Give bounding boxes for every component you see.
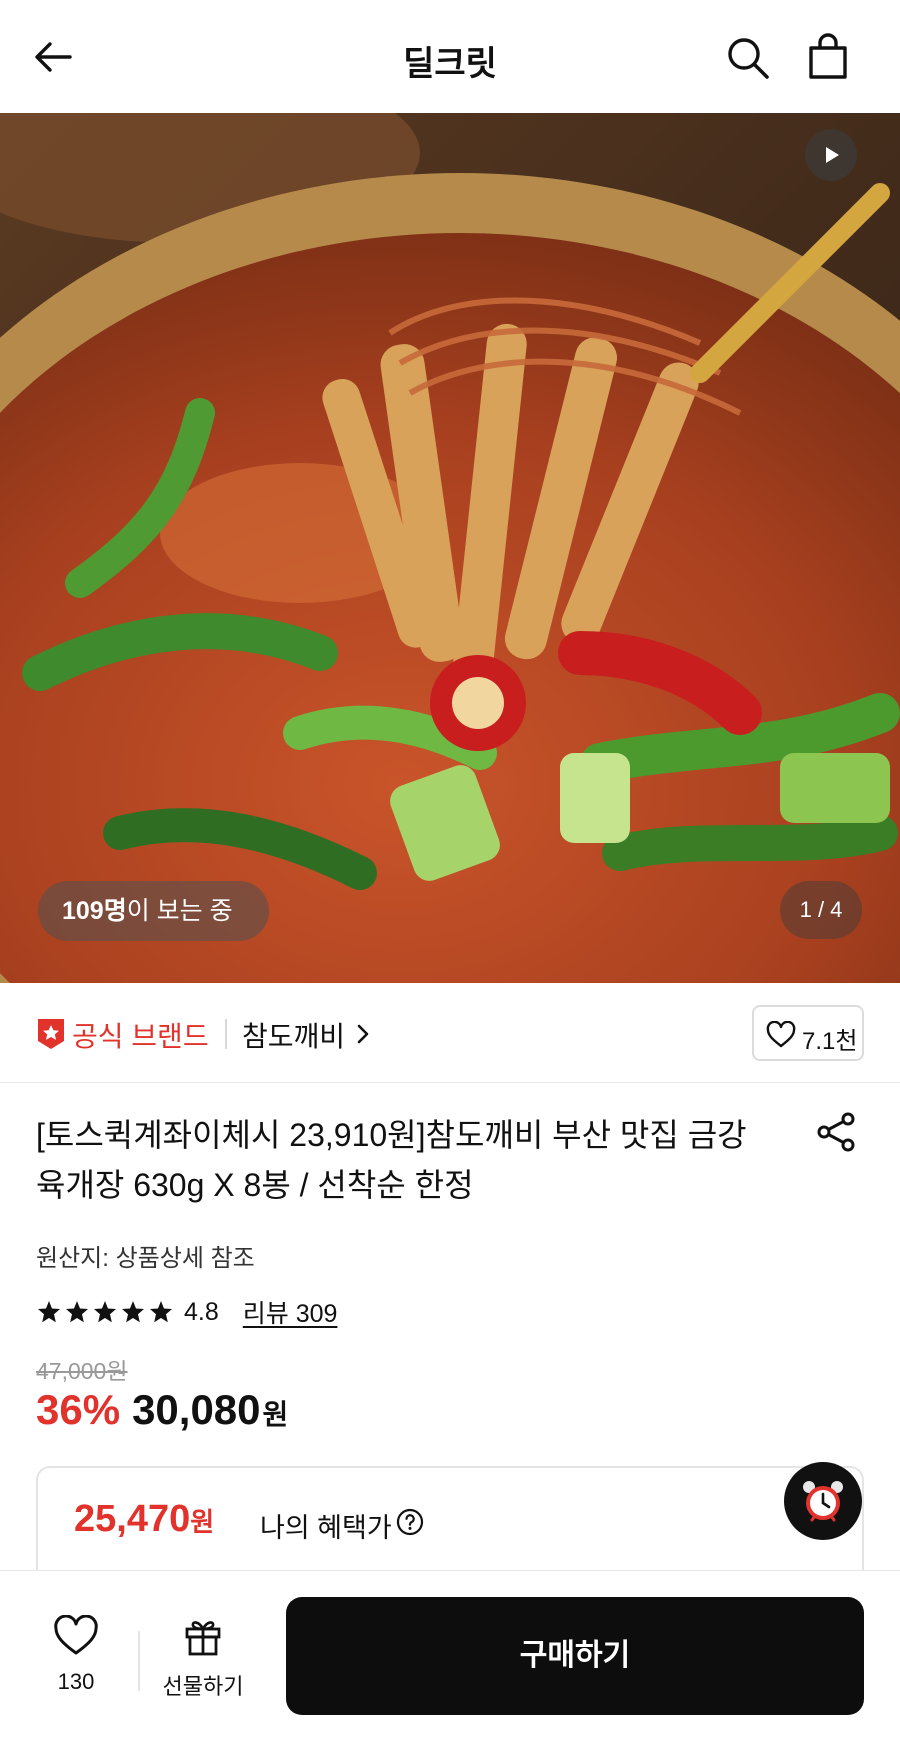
play-icon (826, 147, 839, 163)
original-price: 47,000원 (36, 1358, 128, 1384)
image-pager: 1 / 4 (780, 881, 862, 939)
help-icon[interactable] (396, 1508, 424, 1536)
rating-score: 4.8 (184, 1297, 219, 1326)
benefit-price-value: 25,470 (74, 1498, 191, 1540)
product-origin: 원산지: 상품상세 참조 (36, 1245, 255, 1272)
star-icon (94, 1301, 116, 1323)
favorite-count: 130 (57, 1669, 95, 1694)
star-icon (122, 1301, 144, 1323)
viewers-count: 109명 (62, 897, 127, 925)
bottom-action-bar: 130 선물하기 구매하기 (0, 1570, 900, 1741)
rating-stars (36, 1299, 174, 1325)
heart-icon (54, 1615, 98, 1655)
search-icon[interactable] (724, 34, 772, 82)
brand-row: 공식 브랜드 참도깨비 7.1천 (0, 983, 900, 1083)
brand-like-count: 7.1천 (802, 1028, 858, 1055)
benefit-price: 25,470원 (74, 1498, 214, 1541)
currency-unit: 원 (262, 1399, 289, 1430)
gift-button[interactable]: 선물하기 (160, 1615, 246, 1701)
video-play-button[interactable] (805, 129, 857, 181)
star-icon (150, 1301, 172, 1323)
favorite-button[interactable]: 130 (40, 1615, 112, 1695)
share-icon[interactable] (814, 1110, 858, 1154)
official-badge-icon (38, 1019, 64, 1049)
brand-like-button[interactable]: 7.1천 (752, 1005, 864, 1061)
brand-name-link[interactable]: 참도깨비 (242, 1015, 345, 1055)
viewers-suffix: 이 보는 중 (126, 897, 233, 925)
product-title: [토스퀵계좌이체시 23,910원]참도깨비 부산 맛집 금강 육개장 630g… (36, 1117, 747, 1203)
discount-rate: 36% (36, 1386, 121, 1433)
product-image-carousel[interactable]: 109명이 보는 중 1 / 4 (0, 113, 900, 983)
sale-price: 30,080 (132, 1386, 261, 1433)
chevron-right-icon[interactable] (354, 1023, 372, 1045)
star-icon (38, 1301, 60, 1323)
gift-icon (185, 1621, 221, 1656)
official-brand-label: 공식 브랜드 (72, 1021, 209, 1052)
alarm-clock-button[interactable] (784, 1462, 862, 1540)
benefit-currency: 원 (190, 1507, 215, 1537)
product-photo (0, 113, 900, 983)
divider (138, 1631, 140, 1691)
star-icon (66, 1301, 88, 1323)
price-row: 36% 30,080 원 (36, 1386, 288, 1434)
live-viewers-badge: 109명이 보는 중 (38, 881, 269, 941)
heart-icon (766, 1021, 796, 1048)
divider (225, 1019, 227, 1049)
top-app-bar: 딜크릿 (0, 0, 900, 113)
buy-button[interactable]: 구매하기 (286, 1597, 864, 1715)
gift-label: 선물하기 (162, 1674, 244, 1699)
benefit-label: 나의 혜택가 (260, 1513, 392, 1543)
my-benefit-price-box[interactable]: 25,470원 나의 혜택가 (36, 1466, 864, 1586)
reviews-link[interactable]: 리뷰 309 (243, 1294, 338, 1330)
rating-row: 4.8 리뷰 309 (36, 1296, 337, 1328)
alarm-clock-icon (803, 1481, 843, 1522)
shopping-bag-icon[interactable] (804, 32, 852, 82)
